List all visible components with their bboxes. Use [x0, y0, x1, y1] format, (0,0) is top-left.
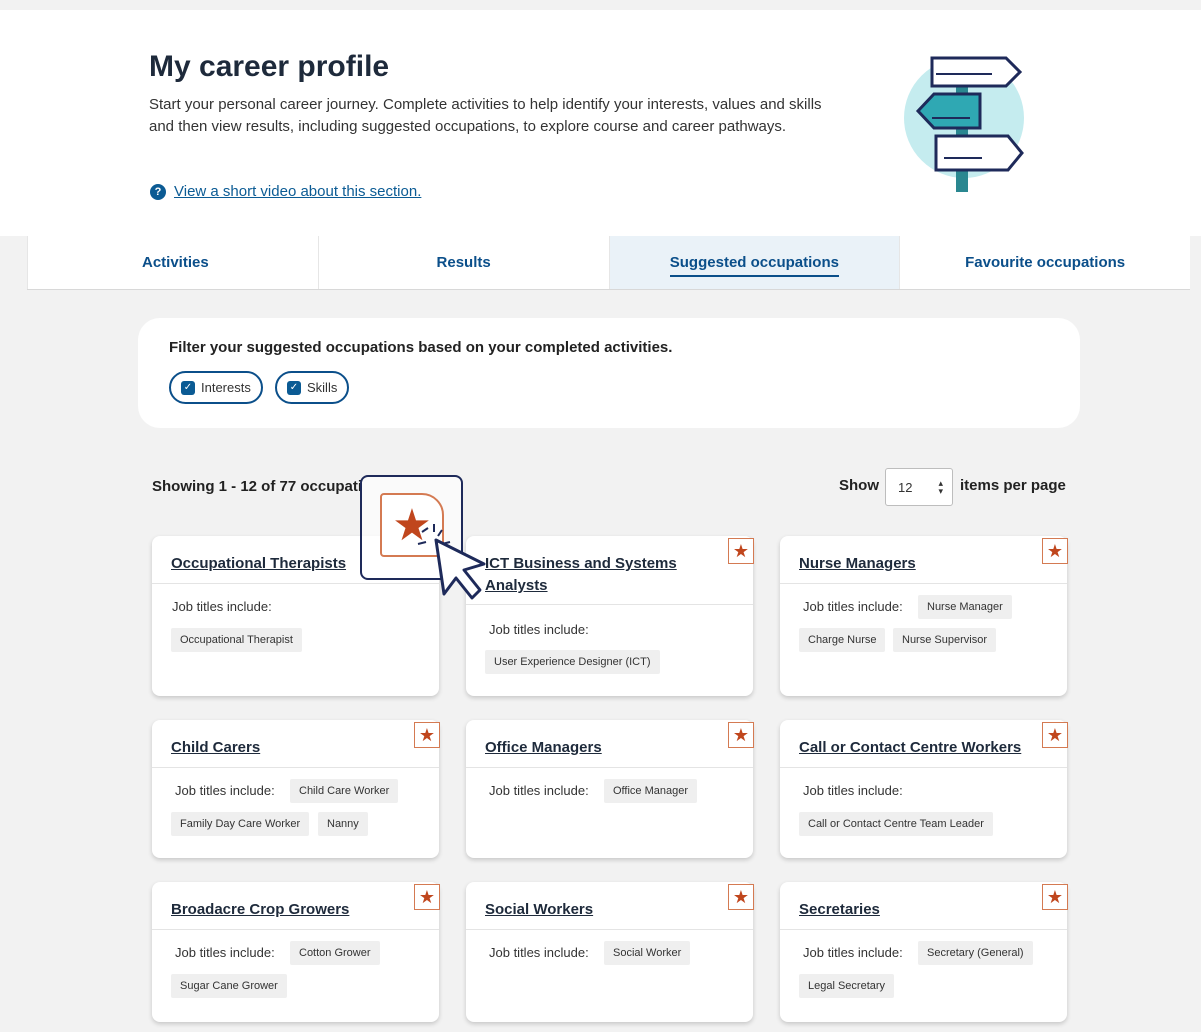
page-header: My career profile Start your personal ca…: [0, 10, 1201, 236]
job-titles-label: Job titles include:: [175, 945, 275, 960]
favourite-star-button[interactable]: ★: [728, 538, 754, 564]
tab-favourite-occupations[interactable]: Favourite occupations: [899, 236, 1190, 289]
signpost-illustration: [904, 56, 1024, 192]
job-title-tag: Family Day Care Worker: [171, 812, 310, 836]
job-titles-label: Job titles include:: [175, 783, 275, 798]
job-title-tag: Charge Nurse: [799, 628, 886, 652]
occupation-title-link[interactable]: Broadacre Crop Growers: [171, 899, 401, 921]
job-titles-label: Job titles include:: [489, 945, 589, 960]
job-title-tag: Social Worker: [604, 941, 691, 965]
filter-chip-interests[interactable]: ✓ Interests: [169, 371, 263, 404]
occupation-title-link[interactable]: Nurse Managers: [799, 553, 1029, 575]
tab-activities[interactable]: Activities: [27, 236, 318, 289]
occupation-card: Social Workers ★ Job titles include: Soc…: [466, 882, 754, 1022]
favourite-star-button[interactable]: ★: [1042, 538, 1068, 564]
job-title-tag: User Experience Designer (ICT): [485, 650, 660, 674]
help-icon: ?: [150, 183, 166, 200]
page-title: My career profile: [149, 50, 390, 83]
occupation-card: Nurse Managers ★ Job titles include: Nur…: [780, 536, 1068, 696]
job-titles-label: Job titles include:: [489, 622, 589, 637]
occupation-card: Child Carers ★ Job titles include: Child…: [152, 720, 440, 858]
job-title-tag: Child Care Worker: [290, 779, 399, 803]
job-titles-label: Job titles include:: [172, 599, 272, 614]
job-titles-label: Job titles include:: [803, 599, 903, 614]
occupation-title-link[interactable]: Secretaries: [799, 899, 1029, 921]
favourite-star-button[interactable]: ★: [414, 722, 440, 748]
occupation-title-link[interactable]: Social Workers: [485, 899, 715, 921]
job-titles-label: Job titles include:: [489, 783, 589, 798]
job-title-tag: Cotton Grower: [290, 941, 380, 965]
tab-results[interactable]: Results: [317, 236, 609, 289]
favourite-star-button[interactable]: ★: [1042, 722, 1068, 748]
video-link-label: View a short video about this section.: [174, 183, 422, 200]
job-title-tag: Occupational Therapist: [171, 628, 302, 652]
items-per-page-label: items per page: [960, 477, 1066, 494]
job-title-tag: Call or Contact Centre Team Leader: [799, 812, 993, 836]
results-count: Showing 1 - 12 of 77 occupati: [152, 478, 363, 495]
page-description: Start your personal career journey. Comp…: [149, 96, 822, 135]
job-title-tag: Secretary (General): [918, 941, 1033, 965]
tab-bar: Activities Results Suggested occupations…: [27, 236, 1190, 290]
show-label: Show: [839, 477, 879, 494]
job-title-tag: Nurse Manager: [918, 595, 1012, 619]
job-title-tag: Sugar Cane Grower: [171, 974, 287, 998]
occupation-card: Office Managers ★ Job titles include: Of…: [466, 720, 754, 858]
job-titles-label: Job titles include:: [803, 783, 903, 798]
filter-panel: Filter your suggested occupations based …: [138, 318, 1080, 428]
select-arrows-icon: ▴ ▾: [938, 478, 943, 496]
occupation-title-link[interactable]: ICT Business and Systems Analysts: [485, 553, 715, 597]
favourite-star-button[interactable]: ★: [728, 884, 754, 910]
favourite-star-button[interactable]: ★: [1042, 884, 1068, 910]
job-title-tag: Nanny: [318, 812, 368, 836]
favourite-star-button[interactable]: ★: [728, 722, 754, 748]
occupation-card: ICT Business and Systems Analysts ★ Job …: [466, 536, 754, 696]
tab-suggested-occupations[interactable]: Suggested occupations: [608, 236, 900, 289]
per-page-select[interactable]: 12 ▴ ▾: [885, 468, 953, 506]
occupation-title-link[interactable]: Child Carers: [171, 737, 401, 759]
job-title-tag: Legal Secretary: [799, 974, 895, 998]
video-link[interactable]: ? View a short video about this section.: [150, 183, 421, 200]
job-titles-label: Job titles include:: [803, 945, 903, 960]
filter-title: Filter your suggested occupations based …: [169, 339, 673, 356]
pointer-cursor-icon: [417, 524, 486, 600]
checkbox-icon: ✓: [287, 380, 301, 395]
occupation-card: Call or Contact Centre Workers ★ Job tit…: [780, 720, 1068, 858]
favourite-star-button[interactable]: ★: [414, 884, 440, 910]
job-title-tag: Nurse Supervisor: [893, 628, 996, 652]
checkbox-icon: ✓: [181, 380, 195, 395]
occupation-card: Secretaries ★ Job titles include: Secret…: [780, 882, 1068, 1022]
filter-chip-skills[interactable]: ✓ Skills: [275, 371, 350, 404]
occupation-title-link[interactable]: Call or Contact Centre Workers: [799, 737, 1029, 759]
occupation-title-link[interactable]: Office Managers: [485, 737, 715, 759]
occupation-card: Broadacre Crop Growers ★ Job titles incl…: [152, 882, 440, 1022]
job-title-tag: Office Manager: [604, 779, 698, 803]
